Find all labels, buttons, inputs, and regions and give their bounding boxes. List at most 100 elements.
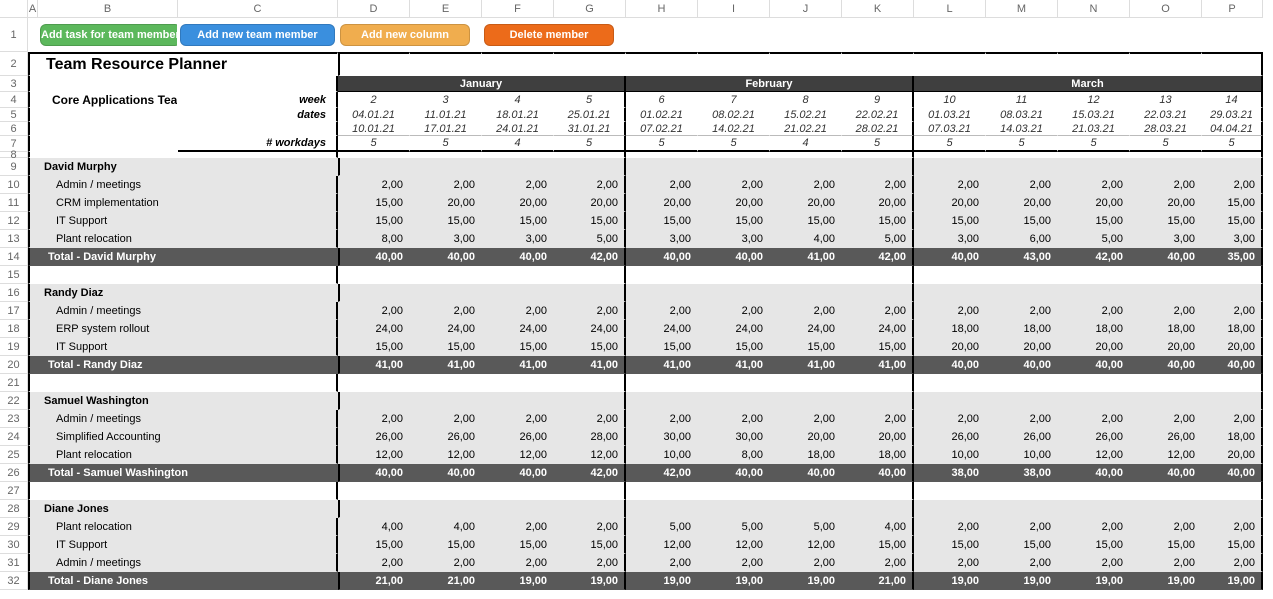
data-cell[interactable]: 5 [914, 136, 986, 152]
data-cell[interactable]: 17.01.21 [410, 122, 482, 136]
data-cell[interactable]: 10,00 [986, 446, 1058, 464]
data-cell[interactable]: 8,00 [338, 230, 410, 248]
total-cell[interactable]: 41,00 [842, 356, 914, 374]
data-cell[interactable]: 2 [338, 92, 410, 108]
data-cell[interactable]: 2,00 [626, 176, 698, 194]
data-cell[interactable]: 20,00 [842, 428, 914, 446]
col-header[interactable]: B [38, 0, 178, 18]
total-cell[interactable]: 38,00 [986, 464, 1058, 482]
total-cell[interactable]: 38,00 [914, 464, 986, 482]
row-header[interactable]: 20 [0, 356, 28, 374]
data-cell[interactable]: 15,00 [626, 212, 698, 230]
data-cell[interactable]: 2,00 [770, 554, 842, 572]
data-cell[interactable]: 14.02.21 [698, 122, 770, 136]
col-header[interactable]: L [914, 0, 986, 18]
data-cell[interactable]: 15,00 [410, 212, 482, 230]
data-cell[interactable]: 2,00 [698, 554, 770, 572]
data-cell[interactable]: 07.02.21 [626, 122, 698, 136]
data-cell[interactable]: 2,00 [1202, 518, 1263, 536]
data-cell[interactable]: 2,00 [914, 554, 986, 572]
data-cell[interactable]: 24,00 [338, 320, 410, 338]
data-cell[interactable]: 24,00 [770, 320, 842, 338]
data-cell[interactable]: 24.01.21 [482, 122, 554, 136]
data-cell[interactable]: 21.03.21 [1058, 122, 1130, 136]
data-cell[interactable]: 15,00 [554, 536, 626, 554]
data-cell[interactable]: 12,00 [338, 446, 410, 464]
data-cell[interactable]: 2,00 [1058, 518, 1130, 536]
data-cell[interactable]: 18,00 [1058, 320, 1130, 338]
total-cell[interactable]: 40,00 [482, 248, 554, 266]
data-cell[interactable]: 2,00 [482, 302, 554, 320]
data-cell[interactable]: 15,00 [770, 212, 842, 230]
row-header[interactable]: 10 [0, 176, 28, 194]
data-cell[interactable]: 26,00 [1058, 428, 1130, 446]
col-header[interactable]: M [986, 0, 1058, 18]
data-cell[interactable]: 3,00 [626, 230, 698, 248]
data-cell[interactable]: 2,00 [986, 518, 1058, 536]
row-header[interactable]: 23 [0, 410, 28, 428]
data-cell[interactable]: 2,00 [410, 554, 482, 572]
data-cell[interactable]: 20,00 [986, 194, 1058, 212]
data-cell[interactable]: 12,00 [554, 446, 626, 464]
data-cell[interactable]: 18,00 [1130, 320, 1202, 338]
total-cell[interactable]: 19,00 [554, 572, 626, 590]
data-cell[interactable]: 15,00 [842, 338, 914, 356]
data-cell[interactable]: 8,00 [698, 446, 770, 464]
data-cell[interactable]: 04.01.21 [338, 108, 410, 122]
total-cell[interactable]: 41,00 [410, 356, 482, 374]
data-cell[interactable]: 2,00 [554, 410, 626, 428]
data-cell[interactable]: 28.03.21 [1130, 122, 1202, 136]
data-cell[interactable]: 6,00 [986, 230, 1058, 248]
data-cell[interactable]: 24,00 [554, 320, 626, 338]
data-cell[interactable]: 2,00 [842, 176, 914, 194]
data-cell[interactable]: 26,00 [482, 428, 554, 446]
row-header[interactable]: 1 [0, 18, 28, 52]
data-cell[interactable]: 04.04.21 [1202, 122, 1263, 136]
data-cell[interactable]: 2,00 [1202, 176, 1263, 194]
data-cell[interactable]: 30,00 [626, 428, 698, 446]
data-cell[interactable]: 5,00 [698, 518, 770, 536]
data-cell[interactable]: 2,00 [1202, 302, 1263, 320]
total-cell[interactable]: 21,00 [842, 572, 914, 590]
data-cell[interactable]: 5 [1202, 136, 1263, 152]
total-cell[interactable]: 41,00 [770, 248, 842, 266]
col-header[interactable]: E [410, 0, 482, 18]
total-cell[interactable]: 40,00 [914, 248, 986, 266]
row-header[interactable]: 5 [0, 108, 28, 122]
data-cell[interactable]: 4 [482, 92, 554, 108]
data-cell[interactable]: 21.02.21 [770, 122, 842, 136]
data-cell[interactable]: 4,00 [410, 518, 482, 536]
data-cell[interactable]: 2,00 [842, 410, 914, 428]
data-cell[interactable]: 15,00 [1058, 212, 1130, 230]
data-cell[interactable]: 2,00 [338, 554, 410, 572]
data-cell[interactable]: 10.01.21 [338, 122, 410, 136]
data-cell[interactable]: 2,00 [698, 410, 770, 428]
data-cell[interactable]: 15.03.21 [1058, 108, 1130, 122]
data-cell[interactable]: 18,00 [986, 320, 1058, 338]
data-cell[interactable]: 3,00 [482, 230, 554, 248]
task-name[interactable]: Simplified Accounting [38, 428, 178, 446]
row-header[interactable]: 13 [0, 230, 28, 248]
data-cell[interactable]: 01.02.21 [626, 108, 698, 122]
data-cell[interactable]: 2,00 [1130, 302, 1202, 320]
data-cell[interactable]: 20,00 [626, 194, 698, 212]
data-cell[interactable]: 2,00 [1202, 554, 1263, 572]
data-cell[interactable]: 12,00 [626, 536, 698, 554]
data-cell[interactable]: 5 [1058, 136, 1130, 152]
data-cell[interactable]: 11 [986, 92, 1058, 108]
spreadsheet[interactable]: ABCDEFGHIJKLMNOP1Add task for team membe… [0, 0, 1273, 590]
data-cell[interactable]: 15,00 [1058, 536, 1130, 554]
data-cell[interactable]: 3,00 [410, 230, 482, 248]
data-cell[interactable]: 14 [1202, 92, 1263, 108]
data-cell[interactable]: 2,00 [698, 176, 770, 194]
data-cell[interactable]: 5 [698, 136, 770, 152]
data-cell[interactable]: 20,00 [1130, 338, 1202, 356]
data-cell[interactable]: 12 [1058, 92, 1130, 108]
row-header[interactable]: 12 [0, 212, 28, 230]
data-cell[interactable]: 14.03.21 [986, 122, 1058, 136]
data-cell[interactable]: 2,00 [554, 554, 626, 572]
data-cell[interactable]: 20,00 [1058, 194, 1130, 212]
data-cell[interactable]: 10,00 [626, 446, 698, 464]
data-cell[interactable]: 2,00 [482, 176, 554, 194]
data-cell[interactable]: 15,00 [410, 338, 482, 356]
